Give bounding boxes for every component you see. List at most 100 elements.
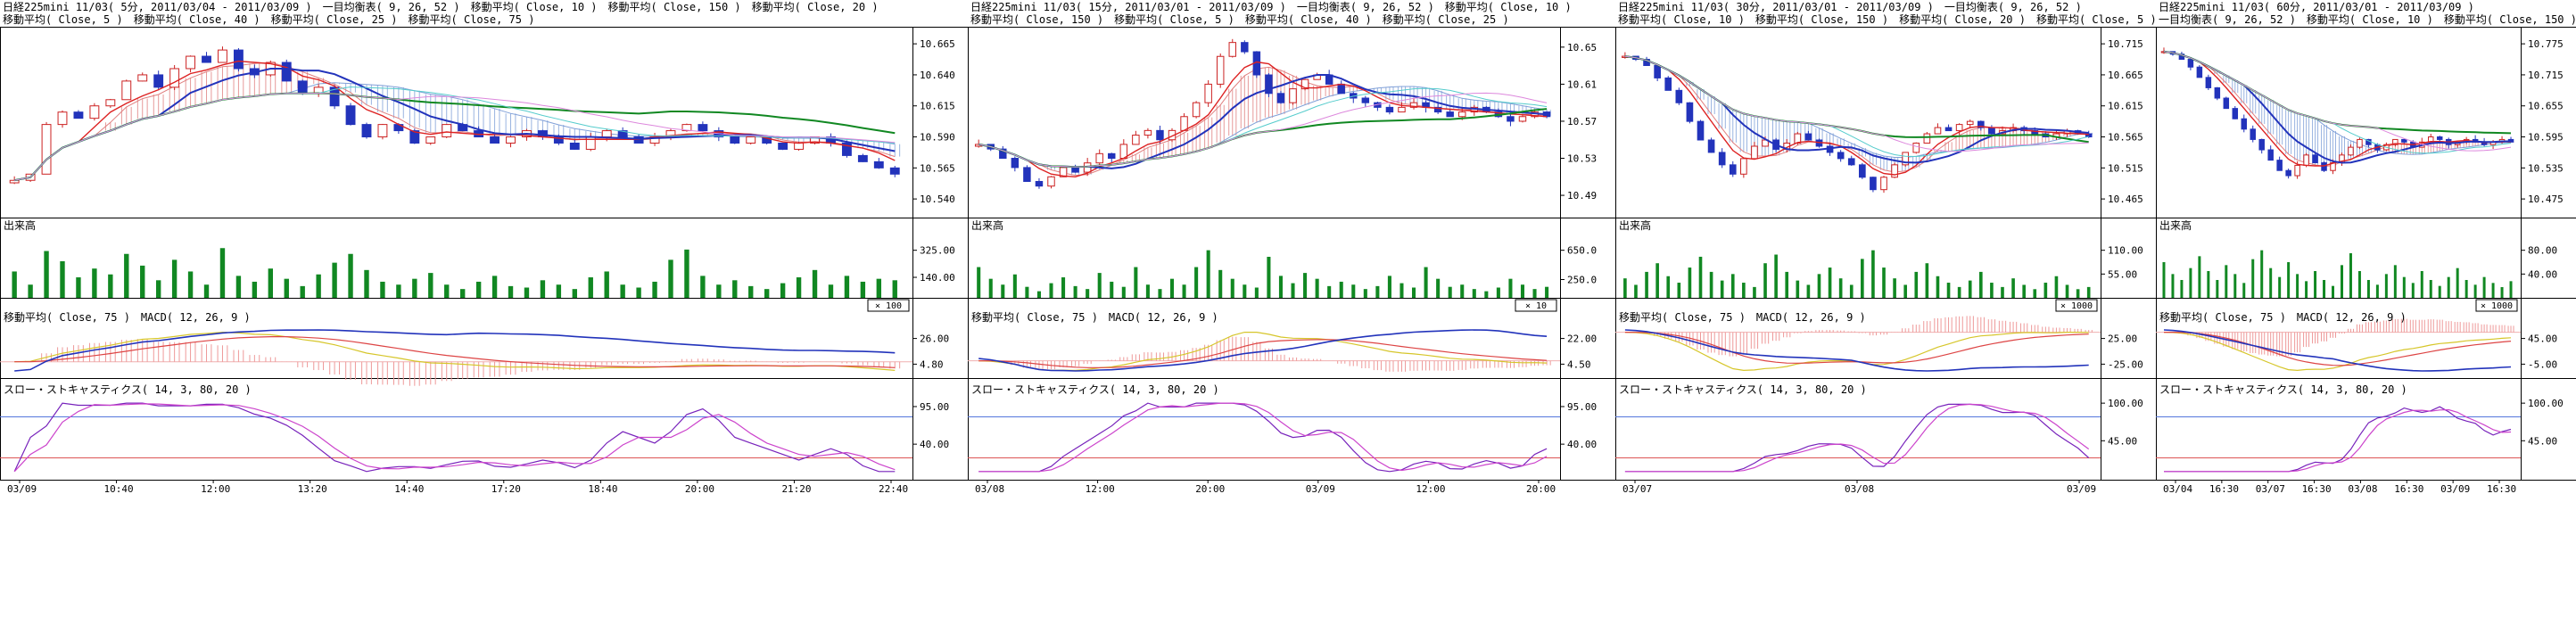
time-axis-label: 12:00 <box>1416 483 1445 495</box>
macd-tick-label: 25.00 <box>2108 333 2137 345</box>
price-tick-label: 10.640 <box>920 70 955 81</box>
panel-title: 日経225mini 11/03( 30分, 2011/03/01 - 2011/… <box>1615 1 2156 13</box>
price-tick-label: 10.665 <box>920 38 955 50</box>
chart-panel-60min: 日経225mini 11/03( 60分, 2011/03/01 - 2011/… <box>2156 0 2576 642</box>
price-tick-label: 10.590 <box>920 132 955 144</box>
price-tick-label: 10.715 <box>2528 70 2564 81</box>
scale-badge-label: × 10 <box>1525 301 1547 311</box>
macd-section-label: 移動平均( Close, 75 ) MACD( 12, 26, 9 ) <box>4 311 251 324</box>
volume-bars <box>978 251 1547 298</box>
stochastics-chart <box>1615 404 2101 471</box>
time-axis-label: 14:40 <box>394 483 424 495</box>
price-axis: 10.66510.64010.61510.59010.56510.540325.… <box>912 38 955 450</box>
time-axis-label: 12:00 <box>201 483 230 495</box>
scale-badge: × 1000 <box>2476 300 2517 311</box>
panel-indicator-list: 一目均衡表( 9, 26, 52 ) 移動平均( Close, 10 ) 移動平… <box>2156 13 2576 26</box>
stochastics-chart <box>0 403 912 472</box>
time-axis-label: 03/07 <box>2256 483 2285 495</box>
moving-average-lines <box>978 62 1547 177</box>
volume-bars <box>2164 251 2511 298</box>
price-axis: 10.71510.66510.61510.56510.51510.465110.… <box>2101 38 2143 447</box>
stochastics-chart <box>2156 407 2521 472</box>
macd-tick-label: 4.50 <box>1567 358 1591 370</box>
time-axis-label: 16:30 <box>2487 483 2516 495</box>
stoch-tick-label: 100.00 <box>2108 398 2143 409</box>
price-tick-label: 10.715 <box>2108 38 2143 50</box>
chart-svg[interactable]: 10.6510.6110.5710.5310.49650.0250.022.00… <box>968 0 1615 501</box>
scale-badge: × 10 <box>1515 300 1556 311</box>
chart-svg[interactable]: 10.66510.64010.61510.59010.56510.540325.… <box>0 0 968 501</box>
time-axis-label: 17:20 <box>491 483 521 495</box>
time-axis-label: 20:00 <box>1195 483 1225 495</box>
time-axis-label: 13:20 <box>298 483 327 495</box>
macd-tick-label: 45.00 <box>2528 333 2557 345</box>
time-axis-label: 16:30 <box>2209 483 2239 495</box>
stoch-tick-label: 95.00 <box>920 401 949 413</box>
price-axis: 10.77510.71510.65510.59510.53510.47580.0… <box>2521 38 2564 447</box>
macd-chart <box>968 330 1560 372</box>
price-tick-label: 10.57 <box>1567 116 1597 128</box>
price-tick-label: 10.465 <box>2108 193 2143 205</box>
volume-tick-label: 140.00 <box>920 272 955 284</box>
candlestick-series <box>1622 53 2092 193</box>
moving-average-lines <box>1625 56 2089 175</box>
time-axis-label: 03/07 <box>1622 483 1652 495</box>
stoch-tick-label: 45.00 <box>2108 435 2137 447</box>
time-axis-label: 03/08 <box>975 483 1004 495</box>
price-tick-label: 10.655 <box>2528 101 2564 112</box>
time-axis-label: 18:40 <box>588 483 617 495</box>
chart-svg[interactable]: 10.77510.71510.65510.59510.53510.47580.0… <box>2156 0 2576 501</box>
macd-tick-label: 26.00 <box>920 333 949 345</box>
chart-panel-5min: 日経225mini 11/03( 5分, 2011/03/04 - 2011/0… <box>0 0 968 642</box>
time-axis: 03/08 12:00 20:00 03/09 12:00 20:00 <box>975 480 1556 495</box>
stoch-section-label: スロー・ストキャスティクス( 14, 3, 80, 20 ) <box>2159 383 2407 396</box>
stoch-section-label: スロー・ストキャスティクス( 14, 3, 80, 20 ) <box>971 383 1219 396</box>
time-axis: 03/0416:3003/0716:3003/0816:3003/0916:30 <box>2163 480 2516 495</box>
macd-chart <box>1615 316 2101 371</box>
price-tick-label: 10.595 <box>2528 132 2564 144</box>
chart-svg[interactable]: 10.71510.66510.61510.56510.51510.465110.… <box>1615 0 2156 501</box>
time-axis-label: 10:40 <box>104 483 134 495</box>
volume-section-label: 出来高 <box>1619 218 1651 232</box>
stoch-section-label: スロー・ストキャスティクス( 14, 3, 80, 20 ) <box>1619 383 1867 396</box>
time-axis-label: 16:30 <box>2302 483 2332 495</box>
stochastics-chart <box>968 403 1560 472</box>
price-tick-label: 10.615 <box>920 101 955 112</box>
volume-tick-label: 325.00 <box>920 245 955 257</box>
panel-title: 日経225mini 11/03( 60分, 2011/03/01 - 2011/… <box>2156 1 2576 13</box>
price-tick-label: 10.49 <box>1567 190 1597 202</box>
panel-indicator-list: 移動平均( Close, 150 ) 移動平均( Close, 5 ) 移動平均… <box>968 13 1615 26</box>
chart-panel-15min: 日経225mini 11/03( 15分, 2011/03/01 - 2011/… <box>968 0 1615 642</box>
stoch-tick-label: 40.00 <box>920 439 949 450</box>
macd-tick-label: -25.00 <box>2108 358 2143 370</box>
price-tick-label: 10.61 <box>1567 78 1597 90</box>
chart-panel-30min: 日経225mini 11/03( 30分, 2011/03/01 - 2011/… <box>1615 0 2156 642</box>
time-axis: 03/0910:4012:0013:2014:4017:2018:4020:00… <box>7 480 908 495</box>
stoch-tick-label: 40.00 <box>1567 439 1597 450</box>
scale-badge-label: × 1000 <box>2060 301 2093 311</box>
price-tick-label: 10.65 <box>1567 42 1597 54</box>
price-axis: 10.6510.6110.5710.5310.49650.0250.022.00… <box>1560 42 1597 450</box>
price-tick-label: 10.535 <box>2528 162 2564 174</box>
time-axis-label: 03/09 <box>2067 483 2096 495</box>
time-axis-label: 03/09 <box>1306 483 1335 495</box>
panel-indicator-list: 移動平均( Close, 5 ) 移動平均( Close, 40 ) 移動平均(… <box>0 13 968 26</box>
panel-title: 日経225mini 11/03( 15分, 2011/03/01 - 2011/… <box>968 1 1615 13</box>
scale-badge-label: × 1000 <box>2481 301 2513 311</box>
price-tick-label: 10.615 <box>2108 101 2143 112</box>
scale-badge-label: × 100 <box>875 301 902 311</box>
price-tick-label: 10.775 <box>2528 38 2564 50</box>
volume-tick-label: 650.0 <box>1567 245 1597 257</box>
price-tick-label: 10.515 <box>2108 162 2143 174</box>
volume-section-label: 出来高 <box>2159 218 2192 232</box>
volume-section-label: 出来高 <box>971 218 1003 232</box>
time-axis-label: 03/09 <box>7 483 37 495</box>
price-tick-label: 10.475 <box>2528 193 2564 205</box>
price-tick-label: 10.540 <box>920 193 955 205</box>
chart-workspace: 日経225mini 11/03( 5分, 2011/03/04 - 2011/0… <box>0 0 2576 642</box>
time-axis-label: 12:00 <box>1086 483 1115 495</box>
time-axis-label: 22:40 <box>879 483 908 495</box>
time-axis-label: 20:00 <box>1526 483 1556 495</box>
moving-average-lines <box>2164 52 2511 166</box>
panel-title: 日経225mini 11/03( 5分, 2011/03/04 - 2011/0… <box>0 1 968 13</box>
